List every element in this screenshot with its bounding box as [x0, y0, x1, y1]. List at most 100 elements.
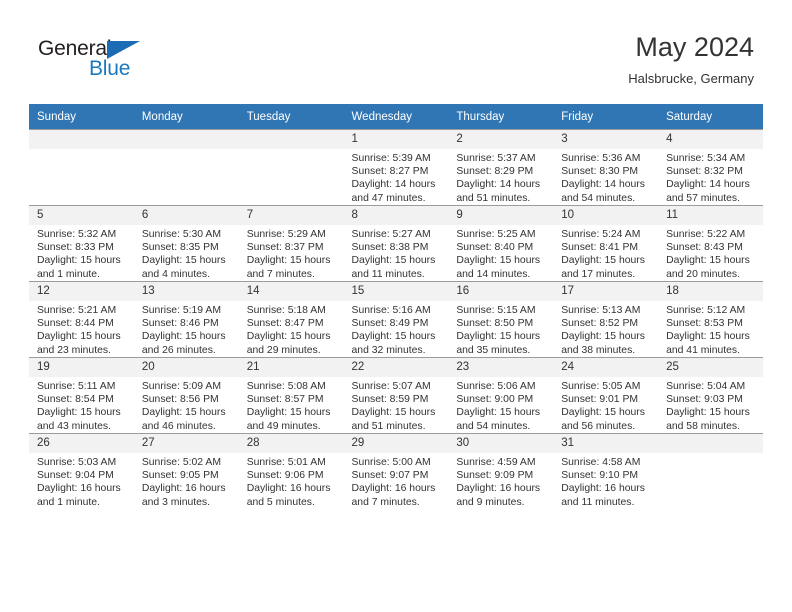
day-cell-inner: 2 Sunrise: 5:37 AM Sunset: 8:29 PM Daylight…: [448, 130, 554, 205]
calendar-day-cell[interactable]: 7 Sunrise: 5:29 AM Sunset: 8:37 PM Daylight…: [238, 205, 344, 282]
calendar-day-cell[interactable]: 4 Sunrise: 5:34 AM Sunset: 8:32 PM Daylight…: [658, 129, 763, 206]
sunrise-sunset-calendar: Sunday Monday Tuesday Wednesday Thursday…: [29, 104, 763, 509]
day-sun-info: Sunrise: 5:32 AM Sunset: 8:33 PM Daylight:…: [29, 225, 134, 281]
day-sunset-text: Sunset: 8:33 PM: [37, 242, 114, 254]
weekday-header-thursday: Thursday: [448, 104, 554, 130]
calendar-week-row: 5 Sunrise: 5:32 AM Sunset: 8:33 PM Daylight…: [29, 205, 763, 282]
day-sunrise-text: Sunrise: 5:29 AM: [246, 229, 326, 240]
calendar-day-cell[interactable]: 29 Sunrise: 5:00 AM Sunset: 9:07 PM Dayligh…: [343, 433, 449, 509]
day-sunrise-text: Sunrise: 4:58 AM: [561, 457, 641, 468]
day-daylight-line1-text: Daylight: 16 hours: [246, 483, 331, 495]
calendar-day-cell[interactable]: 13 Sunrise: 5:19 AM Sunset: 8:46 PM Dayligh…: [133, 281, 239, 358]
day-daylight-line1-text: Daylight: 15 hours: [351, 255, 436, 267]
general-blue-logo[interactable]: General Blue: [38, 38, 158, 86]
day-sun-info: Sunrise: 5:12 AM Sunset: 8:53 PM Daylight:…: [658, 301, 763, 357]
day-daylight-line1-text: Daylight: 14 hours: [456, 179, 541, 191]
day-number: 27: [133, 434, 239, 453]
day-sun-info: Sunrise: 5:02 AM Sunset: 9:05 PM Daylight:…: [134, 453, 239, 509]
calendar-week-row: 12 Sunrise: 5:21 AM Sunset: 8:44 PM Dayligh…: [29, 281, 763, 358]
day-number: 23: [448, 358, 554, 377]
calendar-day-cell[interactable]: 24 Sunrise: 5:05 AM Sunset: 9:01 PM Dayligh…: [553, 357, 659, 434]
calendar-day-cell[interactable]: 28 Sunrise: 5:01 AM Sunset: 9:06 PM Dayligh…: [238, 433, 344, 509]
calendar-day-cell[interactable]: 2 Sunrise: 5:37 AM Sunset: 8:29 PM Daylight…: [448, 129, 554, 206]
day-cell-inner: 19 Sunrise: 5:11 AM Sunset: 8:54 PM Dayligh…: [29, 358, 134, 433]
day-sunrise-text: Sunrise: 5:32 AM: [37, 229, 117, 240]
day-cell-inner: 17 Sunrise: 5:13 AM Sunset: 8:52 PM Dayligh…: [553, 282, 659, 357]
day-sunset-text: Sunset: 8:59 PM: [351, 394, 429, 406]
day-sunrise-text: Sunrise: 5:25 AM: [456, 229, 536, 240]
day-number: [658, 434, 763, 453]
calendar-day-cell[interactable]: 15 Sunrise: 5:16 AM Sunset: 8:49 PM Dayligh…: [343, 281, 449, 358]
calendar-day-cell[interactable]: 22 Sunrise: 5:07 AM Sunset: 8:59 PM Dayligh…: [343, 357, 449, 434]
day-sunset-text: Sunset: 8:32 PM: [666, 166, 743, 178]
calendar-day-cell[interactable]: 6 Sunrise: 5:30 AM Sunset: 8:35 PM Daylight…: [133, 205, 239, 282]
day-daylight-line2-text: and 38 minutes.: [561, 344, 636, 356]
day-cell-inner: 18 Sunrise: 5:12 AM Sunset: 8:53 PM Dayligh…: [658, 282, 763, 357]
day-sunrise-text: Sunrise: 5:37 AM: [456, 153, 536, 164]
calendar-day-cell[interactable]: 20 Sunrise: 5:09 AM Sunset: 8:56 PM Dayligh…: [133, 357, 239, 434]
day-sunset-text: Sunset: 9:04 PM: [37, 470, 114, 482]
calendar-day-cell[interactable]: 26 Sunrise: 5:03 AM Sunset: 9:04 PM Dayligh…: [29, 433, 134, 509]
calendar-day-cell[interactable]: 30 Sunrise: 4:59 AM Sunset: 9:09 PM Dayligh…: [448, 433, 554, 509]
calendar-day-cell[interactable]: 17 Sunrise: 5:13 AM Sunset: 8:52 PM Dayligh…: [553, 281, 659, 358]
calendar-week-row: 19 Sunrise: 5:11 AM Sunset: 8:54 PM Dayligh…: [29, 357, 763, 434]
calendar-day-cell[interactable]: 9 Sunrise: 5:25 AM Sunset: 8:40 PM Daylight…: [448, 205, 554, 282]
calendar-day-cell[interactable]: 12 Sunrise: 5:21 AM Sunset: 8:44 PM Dayligh…: [29, 281, 134, 358]
day-daylight-line2-text: and 56 minutes.: [561, 420, 636, 432]
calendar-day-cell[interactable]: 19 Sunrise: 5:11 AM Sunset: 8:54 PM Dayligh…: [29, 357, 134, 434]
calendar-day-cell[interactable]: 14 Sunrise: 5:18 AM Sunset: 8:47 PM Dayligh…: [238, 281, 344, 358]
calendar-day-cell[interactable]: 25 Sunrise: 5:04 AM Sunset: 9:03 PM Dayligh…: [658, 357, 763, 434]
calendar-day-cell[interactable]: 3 Sunrise: 5:36 AM Sunset: 8:30 PM Daylight…: [553, 129, 659, 206]
day-cell-inner: 14 Sunrise: 5:18 AM Sunset: 8:47 PM Dayligh…: [238, 282, 344, 357]
day-cell-inner: 10 Sunrise: 5:24 AM Sunset: 8:41 PM Dayligh…: [553, 206, 659, 281]
calendar-day-cell[interactable]: 31 Sunrise: 4:58 AM Sunset: 9:10 PM Dayligh…: [553, 433, 659, 509]
calendar-day-cell[interactable]: 18 Sunrise: 5:12 AM Sunset: 8:53 PM Dayligh…: [658, 281, 763, 358]
day-sun-info: Sunrise: 5:04 AM Sunset: 9:03 PM Daylight:…: [658, 377, 763, 433]
day-sun-info: Sunrise: 5:34 AM Sunset: 8:32 PM Daylight:…: [658, 149, 763, 205]
calendar-day-cell[interactable]: 16 Sunrise: 5:15 AM Sunset: 8:50 PM Dayligh…: [448, 281, 554, 358]
day-sun-info: Sunrise: 5:15 AM Sunset: 8:50 PM Daylight:…: [448, 301, 553, 357]
calendar-day-cell[interactable]: 1 Sunrise: 5:39 AM Sunset: 8:27 PM Daylight…: [343, 129, 449, 206]
day-cell-inner: 25 Sunrise: 5:04 AM Sunset: 9:03 PM Dayligh…: [658, 358, 763, 433]
calendar-day-cell[interactable]: 21 Sunrise: 5:08 AM Sunset: 8:57 PM Dayligh…: [238, 357, 344, 434]
calendar-day-cell[interactable]: 23 Sunrise: 5:06 AM Sunset: 9:00 PM Dayligh…: [448, 357, 554, 434]
day-sunset-text: Sunset: 9:10 PM: [561, 470, 639, 482]
day-sunrise-text: Sunrise: 5:30 AM: [141, 229, 221, 240]
day-sun-info: Sunrise: 5:01 AM Sunset: 9:06 PM Daylight:…: [239, 453, 344, 509]
day-daylight-line2-text: and 51 minutes.: [351, 420, 426, 432]
day-sunset-text: Sunset: 8:53 PM: [666, 318, 743, 330]
day-sunrise-text: Sunrise: 5:19 AM: [141, 305, 221, 316]
calendar-day-cell[interactable]: 27 Sunrise: 5:02 AM Sunset: 9:05 PM Dayligh…: [133, 433, 239, 509]
calendar-day-cell[interactable]: 8 Sunrise: 5:27 AM Sunset: 8:38 PM Daylight…: [343, 205, 449, 282]
day-daylight-line1-text: Daylight: 15 hours: [246, 255, 331, 267]
day-number: 17: [553, 282, 659, 301]
day-daylight-line2-text: and 4 minutes.: [141, 268, 211, 280]
day-cell-inner: 31 Sunrise: 4:58 AM Sunset: 9:10 PM Dayligh…: [553, 434, 659, 509]
day-sun-info: Sunrise: 5:09 AM Sunset: 8:56 PM Daylight:…: [134, 377, 239, 433]
calendar-day-cell[interactable]: 5 Sunrise: 5:32 AM Sunset: 8:33 PM Daylight…: [29, 205, 134, 282]
calendar-day-cell[interactable]: 10 Sunrise: 5:24 AM Sunset: 8:41 PM Dayligh…: [553, 205, 659, 282]
day-sunset-text: Sunset: 8:46 PM: [141, 318, 219, 330]
day-daylight-line2-text: and 41 minutes.: [666, 344, 740, 356]
day-daylight-line1-text: Daylight: 15 hours: [561, 407, 645, 419]
day-sun-info: Sunrise: 5:05 AM Sunset: 9:01 PM Daylight:…: [553, 377, 658, 433]
day-cell-inner: 21 Sunrise: 5:08 AM Sunset: 8:57 PM Dayligh…: [238, 358, 344, 433]
day-sunrise-text: Sunrise: 5:27 AM: [351, 229, 431, 240]
day-sunset-text: Sunset: 8:57 PM: [246, 394, 324, 406]
day-daylight-line1-text: Daylight: 16 hours: [37, 483, 121, 495]
day-sun-info: Sunrise: 5:21 AM Sunset: 8:44 PM Daylight:…: [29, 301, 134, 357]
day-daylight-line1-text: Daylight: 15 hours: [456, 407, 541, 419]
day-daylight-line2-text: and 32 minutes.: [351, 344, 426, 356]
day-daylight-line1-text: Daylight: 16 hours: [141, 483, 226, 495]
day-sunset-text: Sunset: 8:29 PM: [456, 166, 534, 178]
day-sun-info: Sunrise: 5:19 AM Sunset: 8:46 PM Daylight:…: [134, 301, 239, 357]
weekday-header-friday: Friday: [553, 104, 659, 130]
day-cell-inner: 22 Sunrise: 5:07 AM Sunset: 8:59 PM Dayligh…: [343, 358, 449, 433]
day-daylight-line2-text: and 54 minutes.: [456, 420, 531, 432]
day-number: 31: [553, 434, 659, 453]
day-number: 5: [29, 206, 134, 225]
calendar-day-cell[interactable]: 11 Sunrise: 5:22 AM Sunset: 8:43 PM Dayligh…: [658, 205, 763, 282]
day-daylight-line2-text: and 49 minutes.: [246, 420, 321, 432]
day-cell-inner: 11 Sunrise: 5:22 AM Sunset: 8:43 PM Dayligh…: [658, 206, 763, 281]
day-sunrise-text: Sunrise: 4:59 AM: [456, 457, 536, 468]
